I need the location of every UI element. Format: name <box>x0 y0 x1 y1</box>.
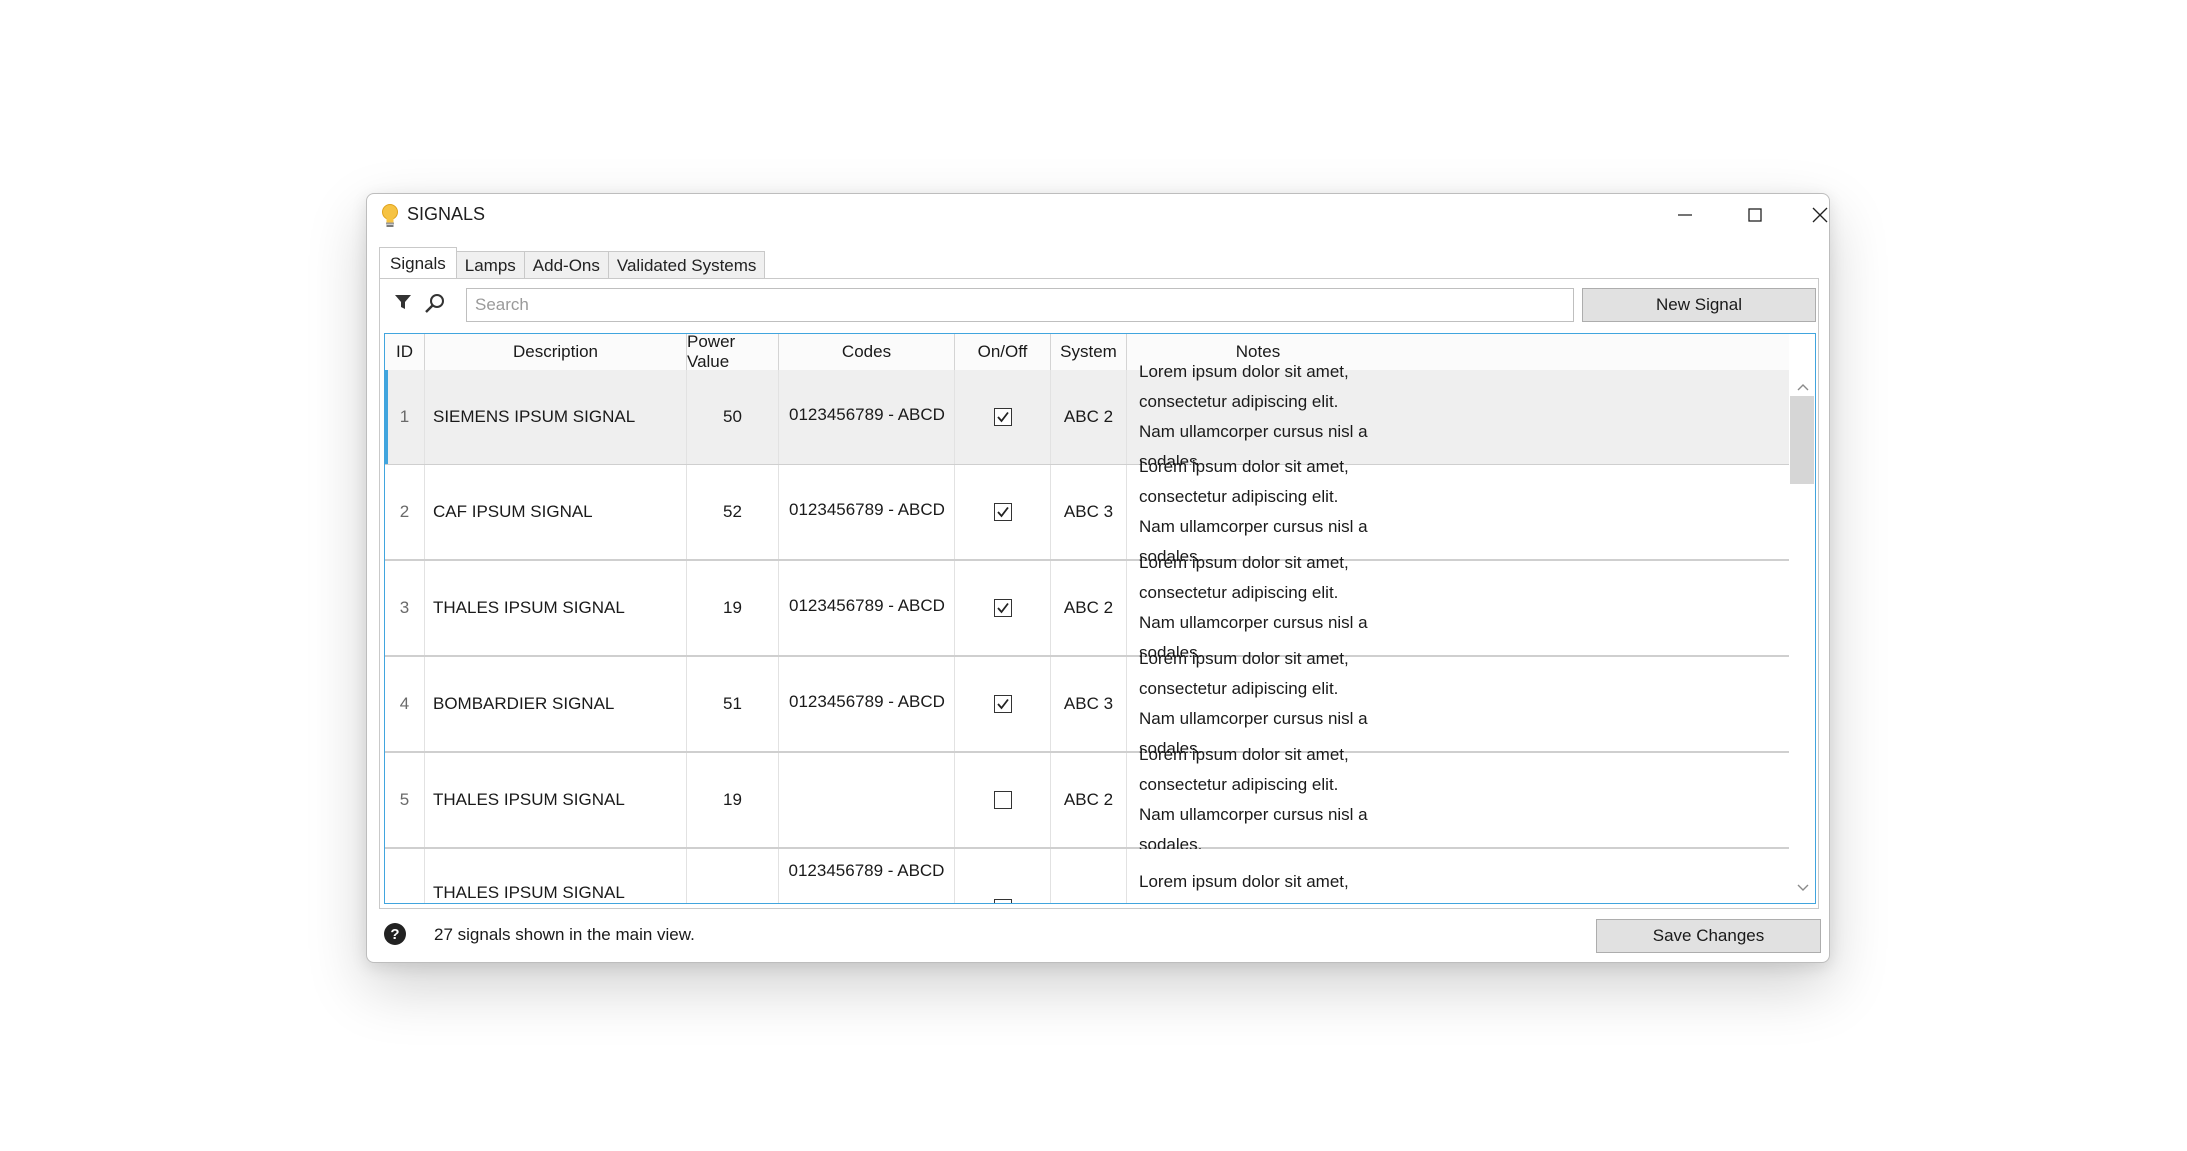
signals-window: SIGNALS Signals Lamps Add-Ons Validated … <box>366 193 1830 963</box>
title-bar[interactable]: SIGNALS <box>367 194 1829 236</box>
svg-text:?: ? <box>390 926 399 943</box>
new-signal-button[interactable]: New Signal <box>1582 288 1816 322</box>
cell-power-value <box>687 849 779 903</box>
cell-power-value: 19 <box>687 561 779 655</box>
window-title: SIGNALS <box>407 204 486 224</box>
checkmark-icon <box>996 506 1009 518</box>
scroll-down-icon[interactable] <box>1797 879 1809 895</box>
cell-on-off <box>955 657 1051 751</box>
table-row[interactable]: 5 THALES IPSUM SIGNAL 19 ABC 2 Lorem ips… <box>385 745 1789 854</box>
column-header-power-value[interactable]: Power Value <box>687 334 779 371</box>
cell-description: THALES IPSUM SIGNAL <box>425 849 687 903</box>
cell-on-off <box>955 849 1051 903</box>
cell-description: SIEMENS IPSUM SIGNAL <box>425 370 687 464</box>
column-header-id[interactable]: ID <box>385 334 425 370</box>
codes-text: 0123456789 - ABCD <box>789 405 945 424</box>
column-header-codes[interactable]: Codes <box>779 334 955 370</box>
scroll-up-icon[interactable] <box>1797 378 1809 394</box>
cell-system: ABC 2 <box>1051 370 1127 464</box>
cell-on-off <box>955 561 1051 655</box>
on-off-checkbox[interactable] <box>993 408 1012 426</box>
tab-lamps[interactable]: Lamps <box>455 251 525 279</box>
signals-table: ID Description Power Value Codes On/Off … <box>384 333 1816 904</box>
column-header-description[interactable]: Description <box>425 334 687 370</box>
cell-power-value: 50 <box>687 370 779 464</box>
cell-description: THALES IPSUM SIGNAL <box>425 561 687 655</box>
minimize-button[interactable] <box>1650 194 1720 236</box>
cell-system <box>1051 849 1127 903</box>
cell-description: BOMBARDIER SIGNAL <box>425 657 687 751</box>
cell-description: CAF IPSUM SIGNAL <box>425 465 687 559</box>
search-input[interactable] <box>466 288 1574 322</box>
cell-id: 2 <box>385 465 425 559</box>
checkmark-icon <box>996 602 1009 614</box>
cell-system: ABC 2 <box>1051 753 1127 847</box>
close-button[interactable] <box>1785 194 1829 236</box>
cell-codes: 0123456789 - ABCD <box>779 561 955 655</box>
codes-text: 0123456789 - ABCD <box>789 500 945 519</box>
cell-notes: Lorem ipsum dolor sit amet, consectetur … <box>1139 457 1368 566</box>
filter-icon[interactable] <box>394 293 412 316</box>
tab-signals[interactable]: Signals <box>379 247 457 279</box>
cell-id <box>385 849 425 903</box>
close-icon <box>1812 207 1828 223</box>
cell-system: ABC 3 <box>1051 465 1127 559</box>
table-row[interactable]: 3 THALES IPSUM SIGNAL 19 0123456789 - AB… <box>385 553 1789 662</box>
cell-power-value: 51 <box>687 657 779 751</box>
save-changes-button[interactable]: Save Changes <box>1596 919 1821 953</box>
tab-add-ons[interactable]: Add-Ons <box>523 251 609 279</box>
cell-id: 1 <box>385 370 425 464</box>
cell-codes <box>779 753 955 847</box>
cell-codes: 0123456789 - ABCD <box>779 370 955 464</box>
cell-notes: Lorem ipsum dolor sit amet, consectetur … <box>1139 362 1368 471</box>
lightbulb-icon <box>379 203 401 229</box>
cell-power-value: 19 <box>687 753 779 847</box>
cell-system: ABC 2 <box>1051 561 1127 655</box>
codes-text: 0123456789 - ABCD <box>789 692 945 711</box>
checkmark-icon <box>996 411 1009 423</box>
cell-power-value: 52 <box>687 465 779 559</box>
checkmark-icon <box>996 698 1009 710</box>
codes-text: 0123456789 - ABCD <box>789 596 945 615</box>
tab-validated-systems[interactable]: Validated Systems <box>607 251 766 279</box>
cell-on-off <box>955 370 1051 464</box>
cell-id: 3 <box>385 561 425 655</box>
column-header-system[interactable]: System <box>1051 334 1127 370</box>
cell-id: 4 <box>385 657 425 751</box>
table-header: ID Description Power Value Codes On/Off … <box>385 334 1789 371</box>
cell-codes: 0123456789 - ABCD <box>779 849 955 903</box>
cell-notes: Lorem ipsum dolor sit amet, consectetur … <box>1139 745 1368 854</box>
on-off-checkbox[interactable] <box>993 503 1012 521</box>
minimize-icon <box>1678 214 1692 216</box>
table-row[interactable]: 2 CAF IPSUM SIGNAL 52 0123456789 - ABCD … <box>385 457 1789 566</box>
cell-system: ABC 3 <box>1051 657 1127 751</box>
table-row[interactable]: 1 SIEMENS IPSUM SIGNAL 50 0123456789 - A… <box>385 362 1789 471</box>
on-off-checkbox[interactable] <box>993 791 1012 809</box>
cell-on-off <box>955 465 1051 559</box>
column-header-on-off[interactable]: On/Off <box>955 334 1051 370</box>
cell-notes: Lorem ipsum dolor sit amet, consectetur <box>1139 872 1349 903</box>
cell-description: THALES IPSUM SIGNAL <box>425 753 687 847</box>
search-icon[interactable] <box>424 292 446 319</box>
on-off-checkbox[interactable] <box>993 599 1012 617</box>
cell-notes: Lorem ipsum dolor sit amet, consectetur … <box>1139 553 1368 662</box>
cell-on-off <box>955 753 1051 847</box>
signals-panel: New Signal ID Description Power Value Co… <box>379 278 1819 909</box>
table-row[interactable]: 4 BOMBARDIER SIGNAL 51 0123456789 - ABCD… <box>385 649 1789 758</box>
vertical-scrollbar[interactable] <box>1789 370 1815 903</box>
cell-codes: 0123456789 - ABCD <box>779 465 955 559</box>
cell-id: 5 <box>385 753 425 847</box>
on-off-checkbox[interactable] <box>993 695 1012 713</box>
maximize-icon <box>1748 208 1762 222</box>
on-off-checkbox[interactable] <box>993 899 1012 903</box>
maximize-button[interactable] <box>1720 194 1790 236</box>
cell-notes: Lorem ipsum dolor sit amet, consectetur … <box>1139 649 1368 758</box>
help-icon[interactable]: ? <box>383 922 407 951</box>
table-row[interactable]: THALES IPSUM SIGNAL 0123456789 - ABCD Lo… <box>385 849 1789 903</box>
status-message: 27 signals shown in the main view. <box>434 925 695 944</box>
scrollbar-thumb[interactable] <box>1790 396 1814 484</box>
cell-codes: 0123456789 - ABCD <box>779 657 955 751</box>
tab-strip: Signals Lamps Add-Ons Validated Systems <box>379 247 766 279</box>
